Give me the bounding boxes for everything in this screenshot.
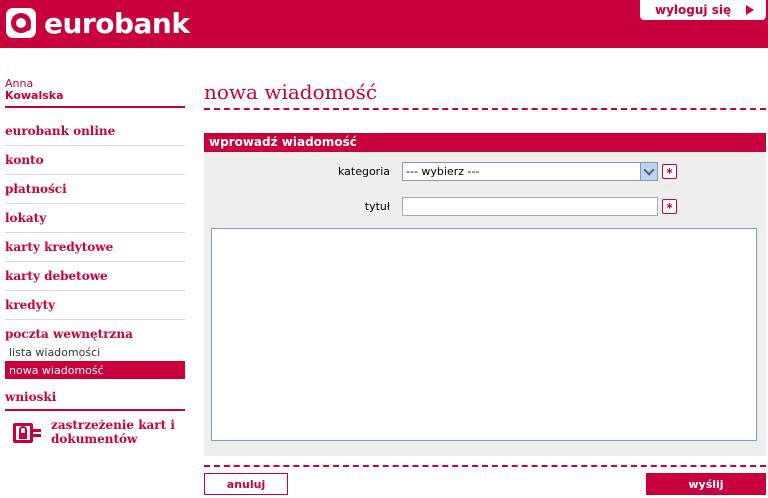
user-last-name: Kowalska [5, 89, 64, 102]
form-divider [204, 465, 766, 467]
sidebar-subitem-lista-wiadomosci[interactable]: lista wiadomości [5, 343, 185, 361]
sidebar-subitem-label: nowa wiadomość [9, 364, 104, 377]
block-cards-label-line2: dokumentów [51, 432, 138, 446]
eurobank-logo[interactable]: eurobank [6, 6, 190, 40]
page-title: nowa wiadomość [204, 80, 378, 104]
title-input[interactable] [402, 197, 658, 216]
lock-icon [13, 423, 41, 443]
sidebar-item-karty-debetowe[interactable]: karty debetowe [5, 262, 185, 291]
chevron-down-icon[interactable] [640, 163, 657, 180]
cancel-button[interactable]: anuluj [204, 473, 288, 495]
sidebar-item-label: poczta wewnętrzna [5, 327, 133, 341]
brand-name: eurobank [44, 6, 190, 40]
sidebar-subitem-label: lista wiadomości [9, 346, 101, 359]
title-divider [204, 108, 766, 110]
sidebar-item-label: konto [5, 153, 44, 167]
sidebar-item-kredyty[interactable]: kredyty [5, 291, 185, 320]
category-selected-value: --- wybierz --- [406, 165, 480, 178]
required-icon: * [662, 164, 677, 180]
block-cards-label: zastrzeżenie kart i dokumentów [51, 418, 175, 446]
sidebar-item-label: wnioski [5, 390, 57, 404]
user-name: Anna Kowalska [5, 78, 64, 102]
sidebar-item-label: lokaty [5, 211, 47, 225]
top-bar: eurobank wyloguj się [0, 0, 768, 48]
sidebar-item-label: karty kredytowe [5, 240, 114, 254]
user-divider [5, 106, 185, 108]
required-icon: * [662, 199, 677, 215]
sidebar-item-label: płatności [5, 182, 67, 196]
play-arrow-icon [746, 5, 754, 15]
category-select[interactable]: --- wybierz --- [402, 162, 658, 181]
section-header: wprowadź wiadomość [204, 133, 766, 152]
sidebar-item-poczta-wewnetrzna[interactable]: poczta wewnętrzna [5, 320, 185, 342]
sidebar-item-lokaty[interactable]: lokaty [5, 204, 185, 233]
logout-label: wyloguj się [655, 3, 732, 17]
sidebar-item-karty-kredytowe[interactable]: karty kredytowe [5, 233, 185, 262]
section-title: wprowadź wiadomość [209, 135, 357, 149]
sidebar-subitem-nowa-wiadomosc[interactable]: nowa wiadomość [5, 361, 185, 379]
logout-button[interactable]: wyloguj się [640, 0, 766, 20]
sidebar-item-label: eurobank online [5, 124, 116, 138]
category-label: kategoria [337, 165, 390, 178]
block-cards-label-line1: zastrzeżenie kart i [51, 418, 175, 432]
sidebar-item-wnioski[interactable]: wnioski [5, 380, 185, 411]
sidebar-item-platnosci[interactable]: płatności [5, 175, 185, 204]
sidebar-item-label: karty debetowe [5, 269, 108, 283]
block-cards-link[interactable]: zastrzeżenie kart i dokumentów [13, 418, 185, 448]
message-textarea[interactable] [211, 228, 757, 441]
sidebar-item-label: kredyty [5, 298, 56, 312]
title-label: tytuł [364, 200, 390, 213]
sidebar-item-konto[interactable]: konto [5, 146, 185, 175]
sidebar-item-eurobank-online[interactable]: eurobank online [5, 117, 185, 146]
eurobank-logo-icon [6, 8, 36, 38]
send-button[interactable]: wyślij [646, 473, 766, 495]
